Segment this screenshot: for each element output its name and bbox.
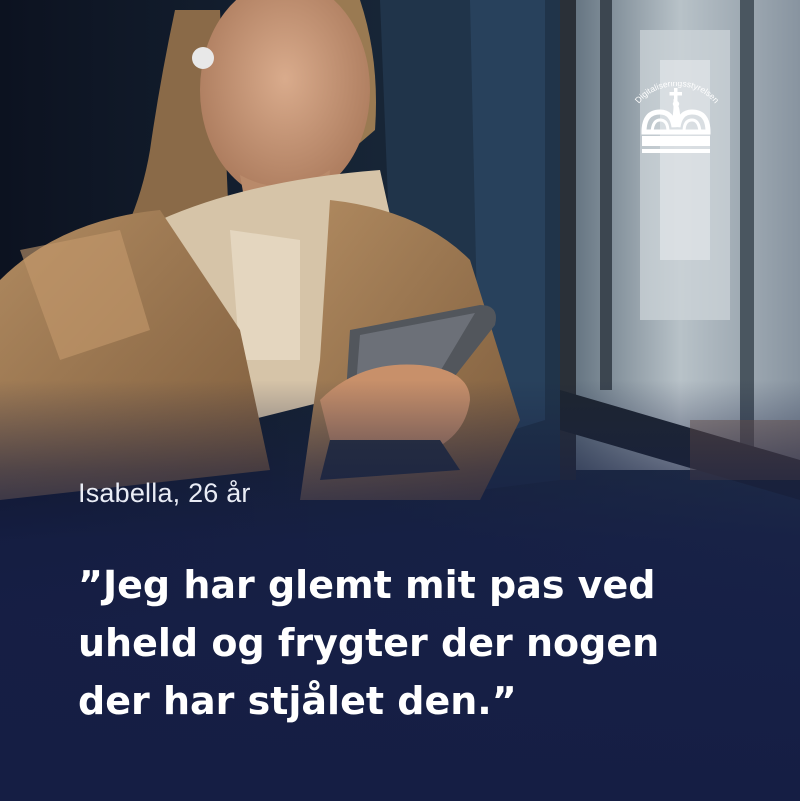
quote-line-2: uheld og frygter der nogen [78,621,660,665]
crown-icon: Digitaliseringsstyrelsen [633,82,721,153]
social-media-card: Digitaliseringsstyrelsen Isabella, 26 år… [0,0,800,801]
quote-line-3: der har stjålet den.” [78,679,517,723]
quote-line-1: ”Jeg har glemt mit pas ved [78,563,656,607]
quote-text: ”Jeg har glemt mit pas ved uheld og fryg… [78,556,778,730]
person-caption: Isabella, 26 år [78,478,251,508]
